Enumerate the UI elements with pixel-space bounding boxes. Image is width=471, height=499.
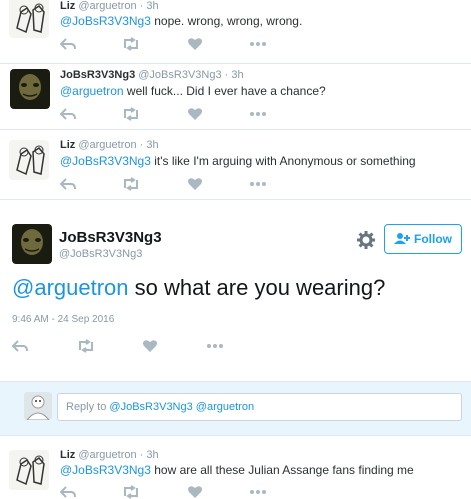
timestamp[interactable]: 9:46 AM - 24 Sep 2016 xyxy=(12,314,114,325)
reply-icon[interactable] xyxy=(60,107,78,121)
reply-icon[interactable] xyxy=(12,339,30,353)
author-handle[interactable]: @JoBsR3V3Ng3 xyxy=(138,69,221,81)
author-handle[interactable]: @JoBsR3V3Ng3 xyxy=(59,248,142,260)
separator: · xyxy=(139,139,144,151)
tweet-time[interactable]: 3h xyxy=(146,449,158,461)
author-name[interactable]: Liz xyxy=(60,139,75,151)
more-icon[interactable] xyxy=(206,339,224,353)
tweet-text: @arguetron well fuck... Did I ever have … xyxy=(60,84,326,98)
mention-link[interactable]: @arguetron xyxy=(60,84,124,98)
tweet-text: @JoBsR3V3Ng3 it's like I'm arguing with … xyxy=(60,154,416,168)
author-name[interactable]: Liz xyxy=(60,449,75,461)
reply-icon[interactable] xyxy=(60,177,78,191)
tweet-body: it's like I'm arguing with Anonymous or … xyxy=(150,154,416,168)
heart-icon[interactable] xyxy=(142,339,160,353)
tweet-text: @JoBsR3V3Ng3 how are all these Julian As… xyxy=(60,463,414,477)
author-name[interactable]: Liz xyxy=(60,0,75,12)
avatar[interactable] xyxy=(9,140,49,180)
retweet-icon[interactable] xyxy=(122,107,140,121)
retweet-icon[interactable] xyxy=(122,485,140,499)
separator: · xyxy=(224,69,229,81)
reply-icon[interactable] xyxy=(60,37,78,51)
retweet-icon[interactable] xyxy=(77,339,95,353)
reply-box: Reply to @JoBsR3V3Ng3 @arguetron xyxy=(0,381,471,436)
tweet-time[interactable]: 3h xyxy=(231,69,243,81)
avatar[interactable] xyxy=(12,224,52,264)
add-user-icon xyxy=(394,232,410,247)
follow-button[interactable]: Follow xyxy=(384,224,462,254)
tweet: JoBsR3V3Ng3 @JoBsR3V3Ng3 · 3h @arguetron… xyxy=(0,64,471,130)
tweet: Liz @arguetron · 3h @JoBsR3V3Ng3 nope. w… xyxy=(0,0,471,64)
heart-icon[interactable] xyxy=(187,177,205,191)
gear-icon[interactable] xyxy=(357,231,375,249)
more-icon[interactable] xyxy=(249,107,267,121)
separator: · xyxy=(139,449,144,461)
avatar[interactable] xyxy=(9,0,49,38)
reply-input[interactable]: Reply to @JoBsR3V3Ng3 @arguetron xyxy=(57,393,462,421)
reply-prefix: Reply to xyxy=(66,401,110,413)
heart-icon[interactable] xyxy=(187,485,205,499)
current-user-avatar xyxy=(24,392,52,420)
mention-link[interactable]: @JoBsR3V3Ng3 xyxy=(60,14,151,28)
author-handle[interactable]: @arguetron xyxy=(78,0,136,12)
mention-link[interactable]: @arguetron xyxy=(12,275,129,300)
tweet-time[interactable]: 3h xyxy=(146,0,158,12)
heart-icon[interactable] xyxy=(187,37,205,51)
author-name[interactable]: JoBsR3V3Ng3 xyxy=(60,69,135,81)
tweet-header: Liz @arguetron · 3h xyxy=(60,0,159,12)
more-icon[interactable] xyxy=(249,485,267,499)
reply-icon[interactable] xyxy=(60,485,78,499)
mention-link[interactable]: @JoBsR3V3Ng3 xyxy=(60,154,151,168)
separator: · xyxy=(139,0,144,12)
tweet-body: nope. wrong, wrong, wrong. xyxy=(150,14,303,28)
author-handle[interactable]: @arguetron xyxy=(78,139,136,151)
tweet-body: how are all these Julian Assange fans fi… xyxy=(150,463,414,477)
retweet-icon[interactable] xyxy=(122,177,140,191)
author-handle[interactable]: @arguetron xyxy=(78,449,136,461)
tweet-text: @JoBsR3V3Ng3 nope. wrong, wrong, wrong. xyxy=(60,14,302,28)
main-tweet-text: @arguetron so what are you wearing? xyxy=(12,275,385,301)
avatar[interactable] xyxy=(10,69,50,109)
reply-mention: @arguetron xyxy=(192,401,255,413)
avatar[interactable] xyxy=(9,450,49,490)
more-icon[interactable] xyxy=(249,37,267,51)
tweet: Liz @arguetron · 3h @JoBsR3V3Ng3 it's li… xyxy=(0,130,471,200)
tweet-body: well fuck... Did I ever have a chance? xyxy=(123,84,326,98)
tweet-time[interactable]: 3h xyxy=(146,139,158,151)
tweet-header: Liz @arguetron · 3h xyxy=(60,449,159,461)
retweet-icon[interactable] xyxy=(122,37,140,51)
author-name[interactable]: JoBsR3V3Ng3 xyxy=(59,229,162,246)
tweet-header: Liz @arguetron · 3h xyxy=(60,139,159,151)
follow-label: Follow xyxy=(414,232,452,246)
heart-icon[interactable] xyxy=(187,107,205,121)
mention-link[interactable]: @JoBsR3V3Ng3 xyxy=(60,463,151,477)
tweet-body: so what are you wearing? xyxy=(128,275,386,300)
tweet-header: JoBsR3V3Ng3 @JoBsR3V3Ng3 · 3h xyxy=(60,69,244,81)
tweet: Liz @arguetron · 3h @JoBsR3V3Ng3 how are… xyxy=(0,436,471,499)
reply-mention: @JoBsR3V3Ng3 xyxy=(109,401,193,413)
more-icon[interactable] xyxy=(249,177,267,191)
